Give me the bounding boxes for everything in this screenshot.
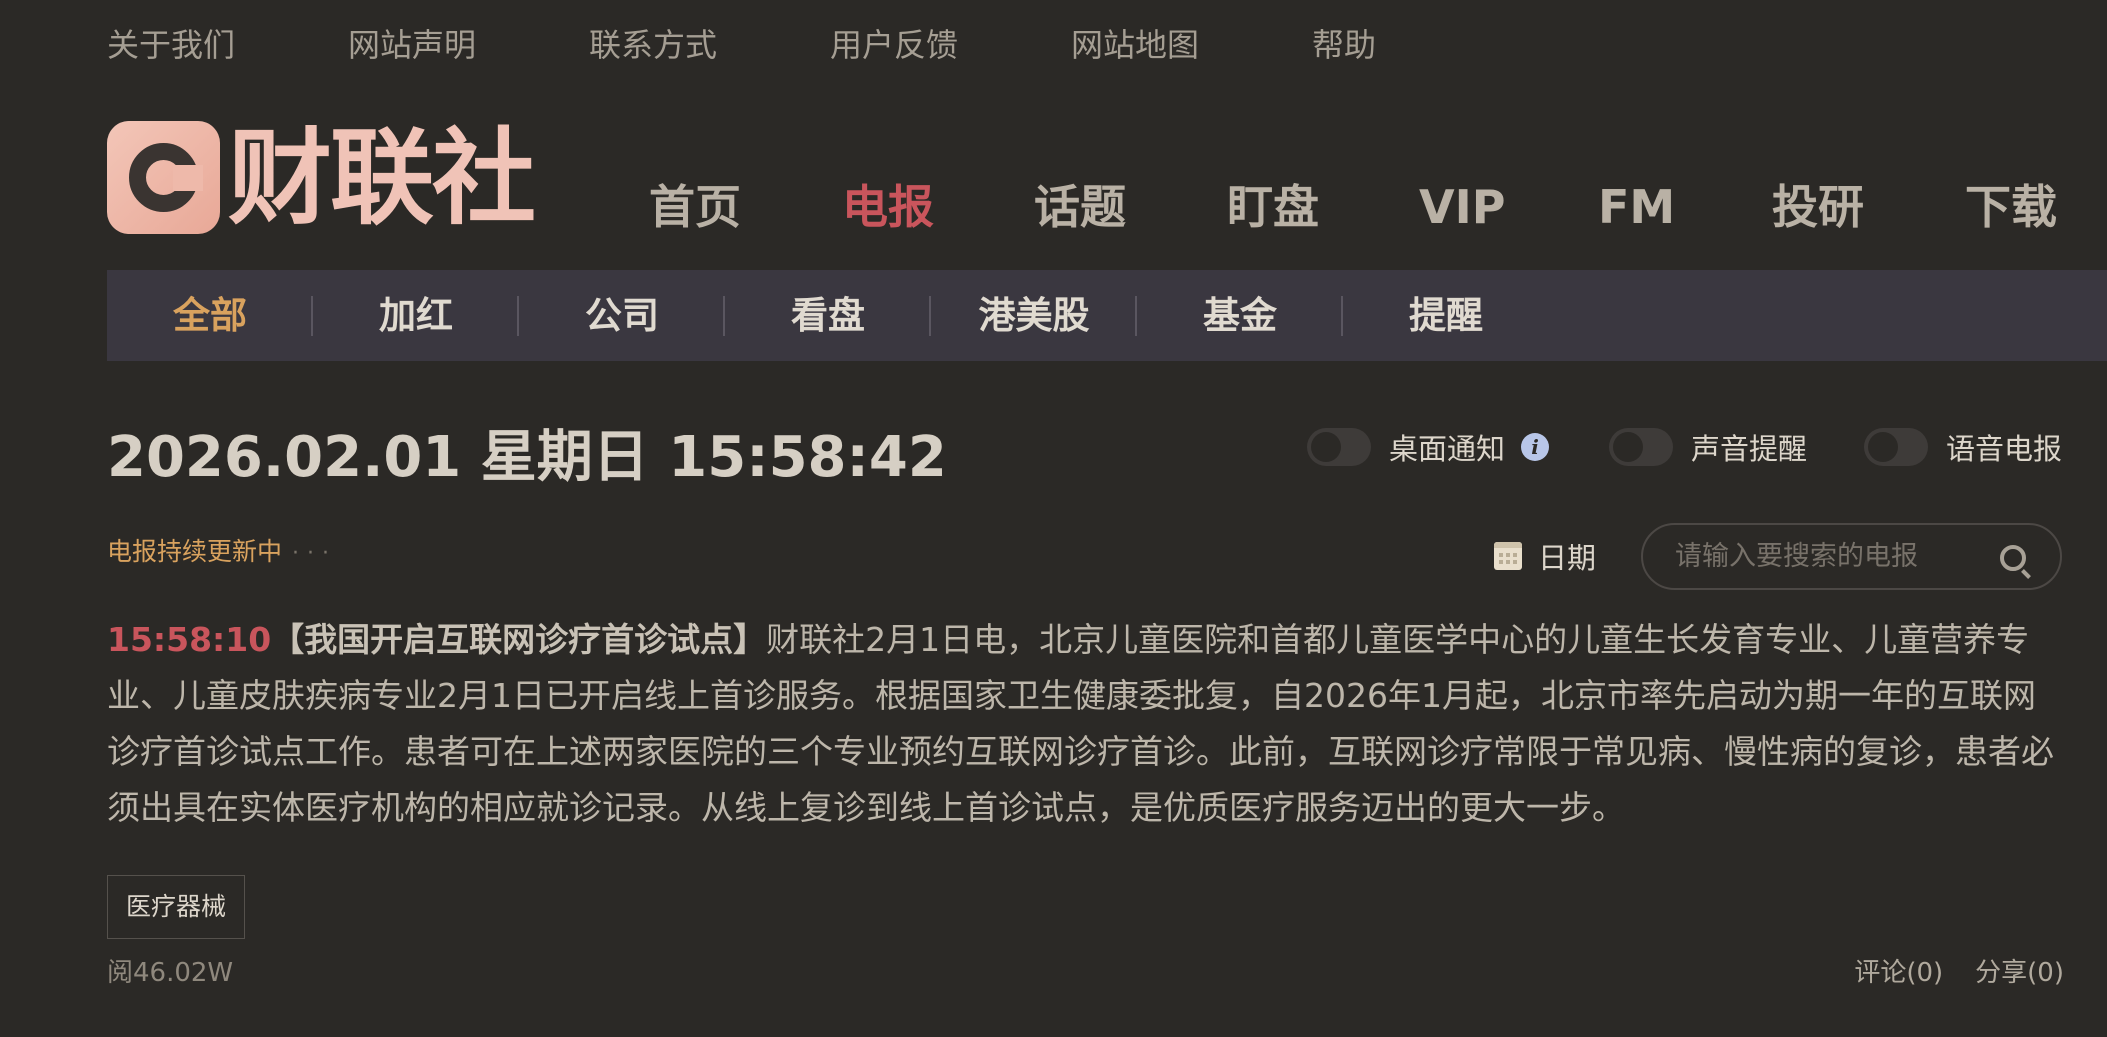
nav-fm[interactable]: FM xyxy=(1598,172,1675,242)
item-actions: 评论(0) 分享(0) xyxy=(1822,952,2064,989)
desktop-notify-control: 桌面通知 i xyxy=(1307,424,1550,470)
tab-hk-us-stocks[interactable]: 港美股 xyxy=(931,270,1137,361)
sound-alert-label: 声音提醒 xyxy=(1691,432,1808,466)
page: 关于我们 网站声明 联系方式 用户反馈 网站地图 帮助 财联社 首页 电报 话题… xyxy=(0,0,2107,1037)
nav-home[interactable]: 首页 xyxy=(649,172,741,242)
nav-vip[interactable]: VIP xyxy=(1419,172,1505,242)
desktop-notify-label: 桌面通知 xyxy=(1389,432,1506,466)
update-status-text: 电报持续更新中 xyxy=(107,537,283,566)
nav-telegraph[interactable]: 电报 xyxy=(842,172,934,242)
top-link-help[interactable]: 帮助 xyxy=(1312,20,1553,66)
nav-watch[interactable]: 盯盘 xyxy=(1227,172,1319,242)
tab-reminders[interactable]: 提醒 xyxy=(1343,270,1549,361)
top-link-about[interactable]: 关于我们 xyxy=(107,20,348,66)
sound-alert-control: 声音提醒 xyxy=(1609,424,1807,470)
tab-red[interactable]: 加红 xyxy=(313,270,519,361)
voice-telegraph-toggle[interactable] xyxy=(1864,428,1928,466)
search-icon[interactable] xyxy=(2000,545,2026,571)
top-links: 关于我们 网站声明 联系方式 用户反馈 网站地图 帮助 xyxy=(107,18,1553,68)
calendar-icon xyxy=(1494,542,1522,570)
read-count: 阅46.02W xyxy=(107,958,234,988)
top-link-feedback[interactable]: 用户反馈 xyxy=(830,20,1071,66)
tab-funds[interactable]: 基金 xyxy=(1137,270,1343,361)
date-filter-label: 日期 xyxy=(1538,541,1597,575)
category-tabs: 全部 加红 公司 看盘 港美股 基金 提醒 xyxy=(107,270,2107,361)
top-link-sitemap[interactable]: 网站地图 xyxy=(1071,20,1312,66)
nav-download[interactable]: 下载 xyxy=(1965,172,2057,242)
item-tag[interactable]: 医疗器械 xyxy=(107,875,246,939)
main-nav: 首页 电报 话题 盯盘 VIP FM 投研 下载 xyxy=(0,172,2107,242)
date-filter-button[interactable]: 日期 xyxy=(1494,536,1596,576)
item-headline[interactable]: 【我国开启互联网诊疗首诊试点】 xyxy=(271,620,766,659)
tab-company[interactable]: 公司 xyxy=(519,270,725,361)
nav-research[interactable]: 投研 xyxy=(1772,172,1864,242)
tab-market[interactable]: 看盘 xyxy=(725,270,931,361)
update-status: 电报持续更新中 ··· xyxy=(107,532,337,568)
search-input[interactable] xyxy=(1673,540,1997,573)
tab-all[interactable]: 全部 xyxy=(107,270,313,361)
telegraph-search xyxy=(1641,523,2062,590)
comment-button[interactable]: 评论(0) xyxy=(1854,958,1943,988)
current-datetime: 2026.02.01 星期日 15:58:42 xyxy=(107,425,947,490)
telegraph-item: 15:58:10【我国开启互联网诊疗首诊试点】财联社2月1日电，北京儿童医院和首… xyxy=(107,612,2062,836)
info-icon[interactable]: i xyxy=(1521,433,1550,461)
loading-dots-icon: ··· xyxy=(292,541,337,566)
nav-topics[interactable]: 话题 xyxy=(1034,172,1126,242)
voice-telegraph-control: 语音电报 xyxy=(1864,424,2062,470)
sound-alert-toggle[interactable] xyxy=(1609,428,1673,466)
item-time: 15:58:10 xyxy=(107,620,272,659)
top-link-contact[interactable]: 联系方式 xyxy=(589,20,830,66)
voice-telegraph-label: 语音电报 xyxy=(1946,432,2063,466)
top-link-statement[interactable]: 网站声明 xyxy=(348,20,589,66)
desktop-notify-toggle[interactable] xyxy=(1307,428,1371,466)
share-button[interactable]: 分享(0) xyxy=(1975,958,2064,988)
